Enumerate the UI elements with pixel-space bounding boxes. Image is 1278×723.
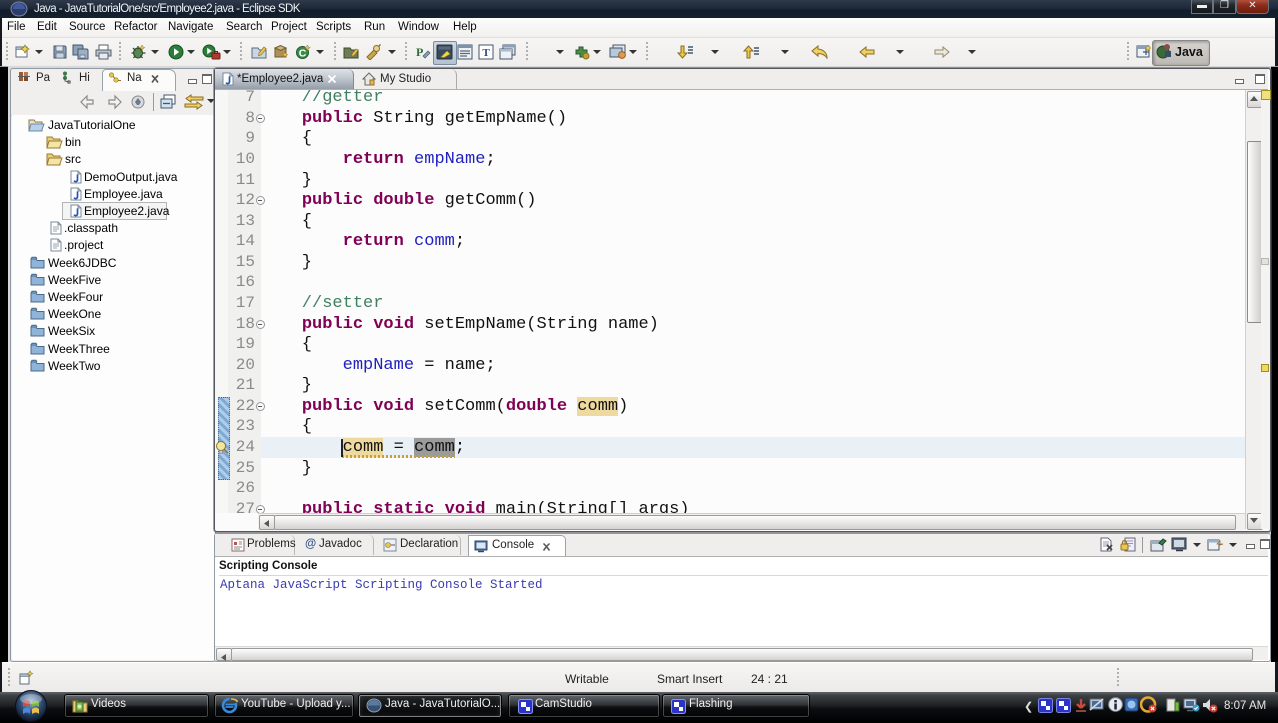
svg-text:T: T — [482, 47, 490, 59]
svg-text:P: P — [416, 45, 423, 59]
svg-text:C: C — [299, 48, 307, 60]
